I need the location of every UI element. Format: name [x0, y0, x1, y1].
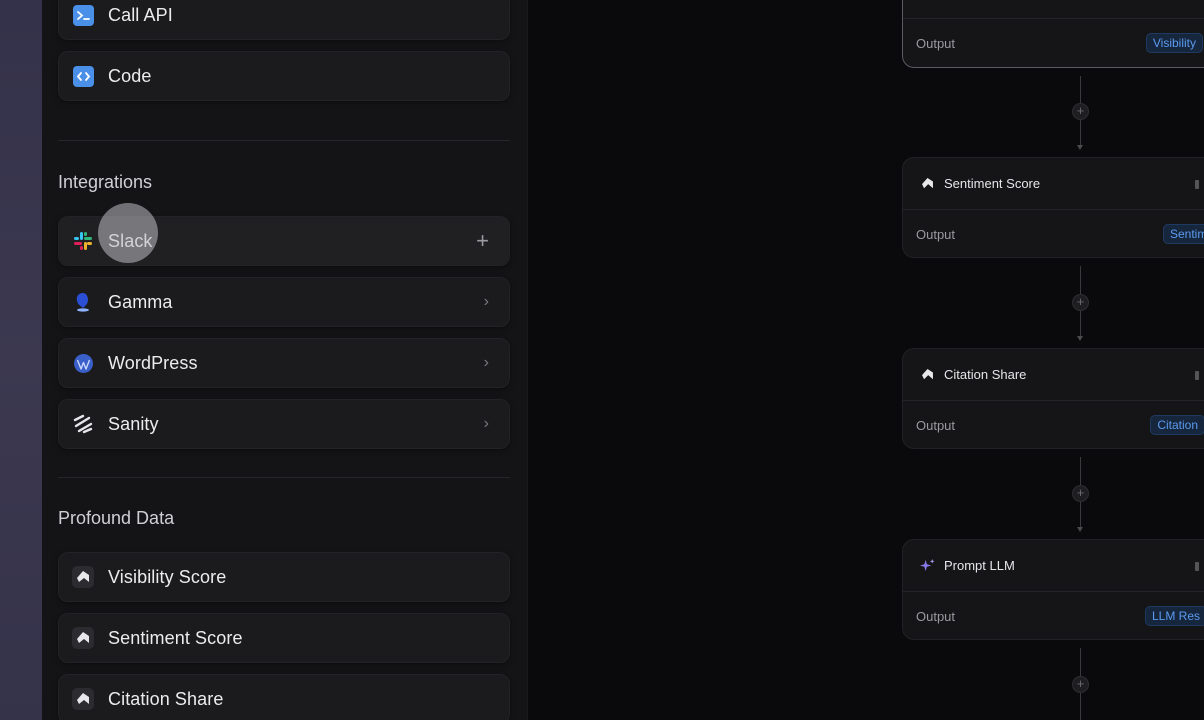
flow-node-prompt-llm[interactable]: Prompt LLM Output LLM Res	[902, 539, 1204, 640]
node-output-label: Output	[916, 417, 956, 433]
flow-node-sentiment-score[interactable]: Sentiment Score Output Sentiment	[902, 157, 1204, 258]
sidebar-item-label: Sentiment Score	[108, 627, 243, 648]
node-menu-icon[interactable]	[1195, 371, 1199, 380]
sparkle-icon	[919, 558, 935, 574]
output-variable-badge[interactable]: Visibility	[1145, 33, 1203, 53]
profound-data-heading: Profound Data	[58, 508, 175, 528]
sidebar-item-code[interactable]: Code	[58, 51, 510, 101]
add-step-button[interactable]: +	[1072, 294, 1089, 311]
sanity-icon	[72, 413, 94, 435]
node-header: Citation Share	[903, 349, 1204, 401]
sidebar-item-label: Slack	[108, 230, 153, 251]
node-output-row: Output LLM Res	[903, 592, 1204, 640]
profound-icon	[72, 688, 94, 710]
terminal-icon	[72, 4, 94, 26]
sidebar-item-label: Citation Share	[108, 688, 224, 709]
flow-node-citation-share[interactable]: Citation Share Output Citation	[902, 348, 1204, 449]
profound-icon	[72, 566, 94, 588]
sidebar-item-sentiment-score[interactable]: Sentiment Score	[58, 613, 510, 663]
node-library-sidebar: Call API Code Integrations Slack + Gamma…	[42, 0, 528, 720]
sidebar-item-label: Sanity	[108, 413, 159, 434]
node-output-row: Output Sentiment	[903, 210, 1204, 258]
node-title: Sentiment Score	[944, 176, 1041, 191]
slack-icon	[72, 230, 94, 252]
sidebar-item-label: Call API	[108, 4, 173, 25]
output-variable-badge[interactable]: Citation	[1150, 415, 1204, 435]
add-step-button[interactable]: +	[1072, 103, 1089, 120]
window-backdrop	[0, 0, 42, 720]
node-output-row: Output Citation	[903, 401, 1204, 449]
flow-node-visibility[interactable]: Output Visibility	[902, 0, 1204, 68]
node-output-row: Output Visibility	[903, 19, 1204, 67]
node-title: Citation Share	[944, 367, 1027, 382]
integrations-heading: Integrations	[58, 172, 153, 192]
add-icon[interactable]: +	[476, 228, 489, 254]
sidebar-item-label: Gamma	[108, 291, 173, 312]
section-divider	[58, 477, 510, 478]
sidebar-item-slack[interactable]: Slack +	[58, 216, 510, 266]
arrow-down-icon	[1077, 336, 1083, 341]
node-output-label: Output	[916, 608, 956, 624]
profound-icon	[919, 176, 935, 192]
node-header: Sentiment Score	[903, 158, 1204, 210]
sidebar-item-visibility-score[interactable]: Visibility Score	[58, 552, 510, 602]
node-menu-icon[interactable]	[1195, 180, 1199, 189]
profound-icon	[72, 627, 94, 649]
node-header	[903, 0, 1204, 19]
chevron-right-icon: ›	[483, 354, 489, 371]
arrow-down-icon	[1077, 527, 1083, 532]
section-divider	[58, 140, 510, 141]
chevron-right-icon: ›	[483, 415, 489, 432]
arrow-down-icon	[1077, 145, 1083, 150]
sidebar-item-call-api[interactable]: Call API	[58, 0, 510, 40]
output-variable-badge[interactable]: Sentiment	[1162, 224, 1204, 244]
sidebar-item-label: Visibility Score	[108, 566, 227, 587]
node-header: Prompt LLM	[903, 540, 1204, 592]
sidebar-item-gamma[interactable]: Gamma ›	[58, 277, 510, 327]
gamma-icon	[72, 291, 94, 313]
output-variable-badge[interactable]: LLM Res	[1144, 606, 1204, 626]
add-step-button[interactable]: +	[1072, 485, 1089, 502]
sidebar-item-citation-share[interactable]: Citation Share	[58, 674, 510, 720]
code-icon	[72, 65, 94, 87]
sidebar-item-wordpress[interactable]: WordPress ›	[58, 338, 510, 388]
node-menu-icon[interactable]	[1195, 562, 1199, 571]
node-output-label: Output	[916, 35, 956, 51]
chevron-right-icon: ›	[483, 293, 489, 310]
sidebar-item-sanity[interactable]: Sanity ›	[58, 399, 510, 449]
node-output-label: Output	[916, 226, 956, 242]
wordpress-icon	[72, 352, 94, 374]
add-step-button[interactable]: +	[1072, 676, 1089, 693]
sidebar-item-label: Code	[108, 65, 152, 86]
sidebar-item-label: WordPress	[108, 352, 198, 373]
node-title: Prompt LLM	[944, 558, 1015, 573]
profound-icon	[919, 367, 935, 383]
